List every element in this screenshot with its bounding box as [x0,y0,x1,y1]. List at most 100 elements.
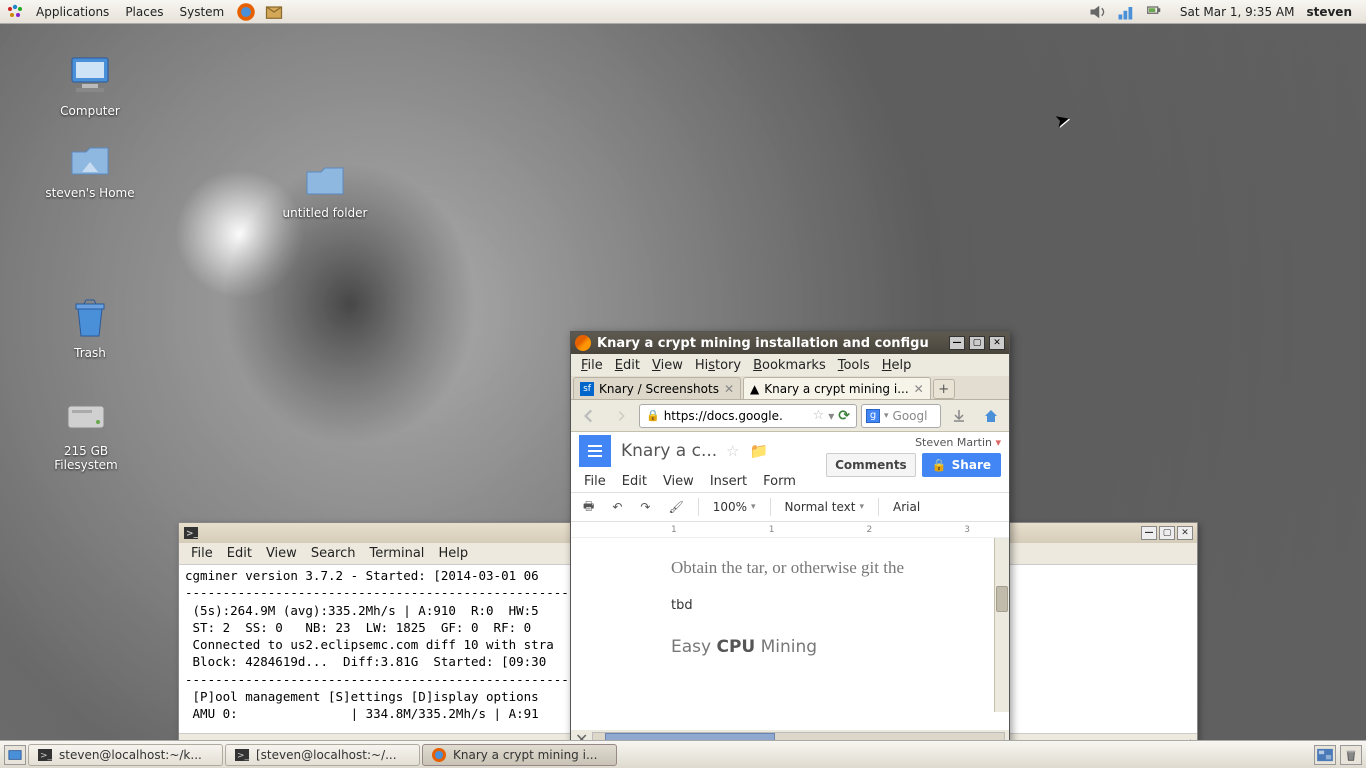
redo-icon[interactable]: ↷ [636,498,654,516]
gnome-menu-icon[interactable] [6,3,24,21]
url-bar[interactable]: 🔒 https://docs.google. ☆ ▾ ⟳ [639,404,857,428]
home-icon[interactable] [977,403,1005,429]
menu-bookmarks[interactable]: Bookmarks [747,358,832,373]
document-title[interactable]: Knary a c... [621,441,716,461]
firefox-menubar: File Edit View History Bookmarks Tools H… [571,354,1009,376]
search-bar[interactable]: g ▾ Googl [861,404,941,428]
applications-menu[interactable]: Applications [28,5,117,19]
desktop[interactable]: Computer steven's Home untitled folder T… [0,24,1366,740]
paint-format-icon[interactable]: 🖌 [664,498,687,516]
maximize-button[interactable]: ▢ [969,336,985,350]
scrollbar-thumb[interactable] [996,586,1008,612]
firefox-toolbar: 🔒 https://docs.google. ☆ ▾ ⟳ g ▾ Googl [571,400,1009,432]
bottom-panel: >_ steven@localhost:~/k... >_ [steven@lo… [0,740,1366,768]
trash-applet[interactable] [1340,745,1362,765]
dropdown-icon[interactable]: ▾ [884,411,889,421]
zoom-select[interactable]: 100% ▾ [709,500,760,514]
google-docs-logo-icon[interactable] [579,435,611,467]
document-page[interactable]: Obtain the tar, or otherwise git the tbd… [571,538,1009,730]
star-icon[interactable]: ☆ [726,442,739,460]
firefox-content: Knary a c... ☆ 📁 Steven Martin ▾ Comment… [571,432,1009,730]
close-button[interactable]: ✕ [989,336,1005,350]
home-folder-icon [66,134,114,182]
paragraph-style-select[interactable]: Normal text ▾ [781,500,868,514]
dropdown-icon[interactable]: ▾ [828,409,834,423]
user-menu[interactable]: steven [1306,5,1352,19]
clock[interactable]: Sat Mar 1, 9:35 AM [1180,5,1295,19]
firefox-titlebar[interactable]: Knary a crypt mining installation and co… [571,332,1009,354]
menu-history[interactable]: History [689,358,747,373]
undo-icon[interactable]: ↶ [608,498,626,516]
firefox-statusbar: ✕ [575,732,1005,740]
menu-search[interactable]: Search [305,546,362,561]
taskbar-terminal-1[interactable]: >_ steven@localhost:~/k... [28,744,223,766]
maximize-button[interactable]: ▢ [1159,526,1175,540]
scrollbar-thumb[interactable] [605,733,775,740]
google-search-icon: g [866,409,880,423]
docs-toolbar: 🖶 ↶ ↷ 🖌 100% ▾ Normal text ▾ Arial [571,492,1009,522]
vertical-scrollbar[interactable] [994,538,1009,712]
docs-menu-view[interactable]: View [658,474,699,489]
volume-icon[interactable] [1088,4,1108,20]
menu-view[interactable]: View [646,358,689,373]
menu-edit[interactable]: Edit [221,546,258,561]
new-tab-button[interactable]: + [933,379,955,399]
menu-file[interactable]: File [185,546,219,561]
taskbar-firefox[interactable]: Knary a crypt mining i... [422,744,617,766]
docs-menu-format[interactable]: Form [758,474,801,489]
desktop-icon-computer[interactable]: Computer [40,52,140,118]
font-select[interactable]: Arial [889,500,924,514]
trash-icon [66,294,114,342]
doc-paragraph[interactable]: tbd [671,598,909,613]
bookmark-star-icon[interactable]: ☆ [813,408,825,423]
taskbar-terminal-2[interactable]: >_ [steven@localhost:~/... [225,744,420,766]
tab-screenshots[interactable]: sf Knary / Screenshots ✕ [573,377,741,399]
doc-heading[interactable]: Obtain the tar, or otherwise git the [671,558,909,578]
close-findbar-icon[interactable]: ✕ [575,730,588,741]
desktop-icon-untitled-folder[interactable]: untitled folder [275,154,375,220]
move-folder-icon[interactable]: 📁 [749,442,768,460]
menu-view[interactable]: View [260,546,303,561]
desktop-icon-home[interactable]: steven's Home [40,134,140,200]
reload-icon[interactable]: ⟳ [838,408,850,424]
tab-close-icon[interactable]: ✕ [724,382,734,396]
desktop-icon-filesystem[interactable]: 215 GB Filesystem [36,392,136,472]
horizontal-scrollbar[interactable] [592,732,1005,740]
doc-heading-2[interactable]: Easy CPU Mining [671,637,909,657]
minimize-button[interactable]: — [949,336,965,350]
print-icon[interactable]: 🖶 [579,495,598,520]
battery-icon[interactable] [1144,4,1164,20]
comments-button[interactable]: Comments [826,453,916,477]
menu-help[interactable]: Help [432,546,474,561]
downloads-icon[interactable] [945,403,973,429]
firefox-window[interactable]: Knary a crypt mining installation and co… [570,331,1010,740]
task-label: Knary a crypt mining i... [453,748,597,762]
menu-file[interactable]: File [575,358,609,373]
system-menu[interactable]: System [171,5,232,19]
tab-knary-doc[interactable]: ▲ Knary a crypt mining i... ✕ [743,377,931,399]
docs-menu-insert[interactable]: Insert [705,474,752,489]
desktop-icon-trash[interactable]: Trash [40,294,140,360]
forward-button[interactable] [607,403,635,429]
docs-user-label[interactable]: Steven Martin ▾ [826,436,1001,449]
docs-menu-edit[interactable]: Edit [617,474,652,489]
tab-close-icon[interactable]: ✕ [914,382,924,396]
firefox-icon [575,335,591,351]
desktop-icon-label: Computer [60,104,120,118]
share-button[interactable]: 🔒 Share [922,453,1001,477]
back-button[interactable] [575,403,603,429]
show-desktop-button[interactable] [4,745,26,765]
menu-edit[interactable]: Edit [609,358,646,373]
close-button[interactable]: ✕ [1177,526,1193,540]
places-menu[interactable]: Places [117,5,171,19]
menu-help[interactable]: Help [876,358,918,373]
package-updater-icon[interactable] [264,4,284,20]
minimize-button[interactable]: — [1141,526,1157,540]
ruler[interactable]: 1123 [571,522,1009,538]
firefox-launcher-icon[interactable] [236,4,256,20]
docs-menu-file[interactable]: File [579,474,611,489]
workspace-switcher[interactable] [1314,745,1336,765]
menu-terminal[interactable]: Terminal [363,546,430,561]
menu-tools[interactable]: Tools [832,358,876,373]
network-icon[interactable] [1116,4,1136,20]
